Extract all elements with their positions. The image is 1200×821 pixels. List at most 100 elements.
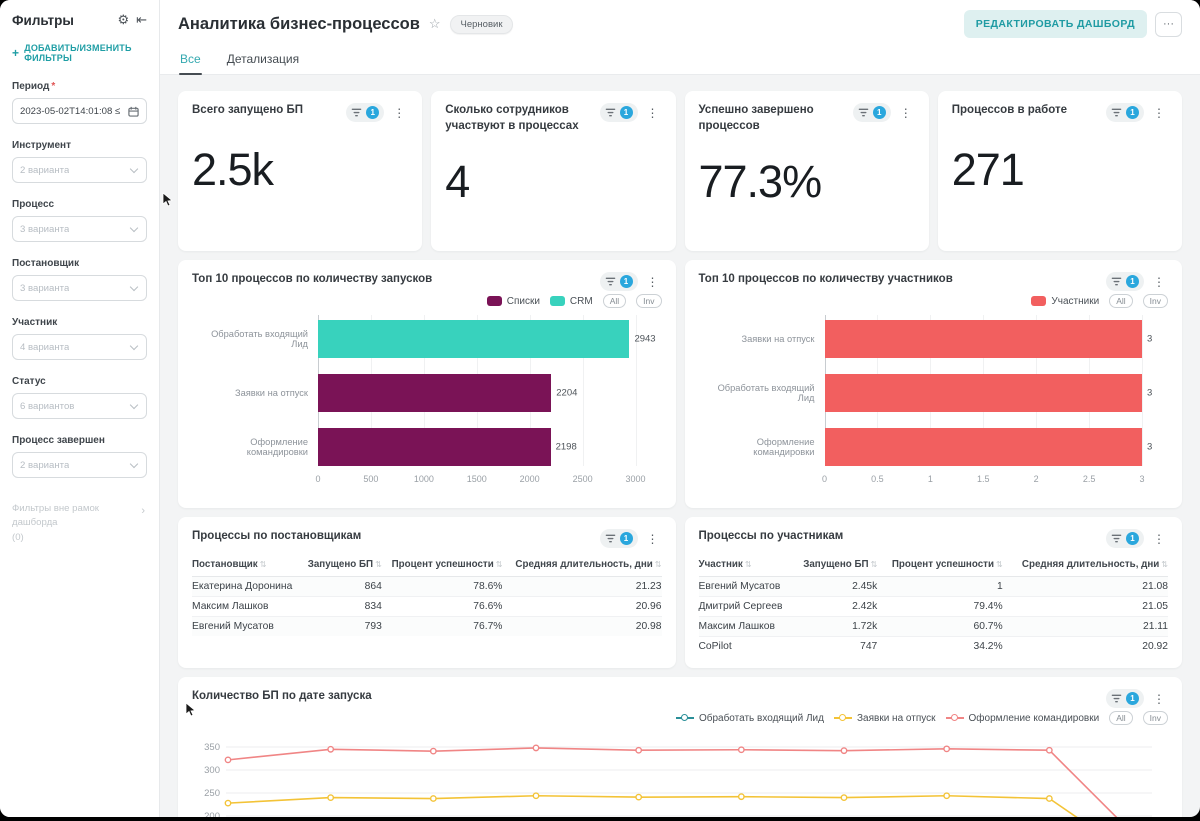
- column-header[interactable]: Участник⇅: [699, 554, 794, 577]
- table-cell: 20.98: [502, 617, 661, 637]
- table-row[interactable]: Екатерина Доронина86478.6%21.23: [192, 577, 662, 597]
- data-point[interactable]: [533, 745, 538, 750]
- card-menu-button[interactable]: ⋮: [644, 105, 662, 121]
- table-cell: 76.6%: [382, 597, 503, 617]
- legend-item[interactable]: Обработать входящий Лид: [676, 713, 824, 724]
- settings-gear-icon[interactable]: ⚙: [117, 12, 129, 28]
- card-filter-button[interactable]: 1: [1106, 689, 1144, 708]
- data-point[interactable]: [944, 793, 949, 798]
- tab-all[interactable]: Все: [179, 43, 202, 74]
- table-cell: 747: [793, 637, 877, 657]
- bar[interactable]: [825, 320, 1143, 358]
- toggle-inv-button[interactable]: Inv: [1143, 294, 1168, 308]
- data-point[interactable]: [328, 795, 333, 800]
- toggle-all-button[interactable]: All: [1109, 294, 1132, 308]
- tab-details[interactable]: Детализация: [226, 43, 300, 74]
- data-point[interactable]: [841, 748, 846, 753]
- toggle-inv-button[interactable]: Inv: [1143, 711, 1168, 725]
- column-header[interactable]: Запущено БП⇅: [301, 554, 382, 577]
- data-point[interactable]: [1047, 748, 1052, 753]
- bar[interactable]: [318, 374, 551, 412]
- card-controls: 1⋮: [1106, 689, 1168, 708]
- card-filter-button[interactable]: 1: [346, 103, 384, 122]
- data-point[interactable]: [636, 794, 641, 799]
- filter-select[interactable]: 3 варианта: [12, 216, 147, 242]
- table-row[interactable]: CoPilot74734.2%20.92: [699, 637, 1169, 657]
- chevron-down-icon: [130, 341, 138, 349]
- toggle-all-button[interactable]: All: [1109, 711, 1132, 725]
- period-date-input[interactable]: 2023-05-02T14:01:08 ≤ …: [12, 98, 147, 124]
- column-header[interactable]: Запущено БП⇅: [793, 554, 877, 577]
- card-filter-button[interactable]: 1: [1106, 272, 1144, 291]
- filter-select[interactable]: 6 вариантов: [12, 393, 147, 419]
- table-row[interactable]: Дмитрий Сергеев2.42k79.4%21.05: [699, 597, 1169, 617]
- data-point[interactable]: [328, 747, 333, 752]
- legend-item[interactable]: CRM: [550, 296, 593, 307]
- star-favorite-icon[interactable]: ☆: [429, 16, 441, 32]
- column-header[interactable]: Средняя длительность, дни⇅: [1003, 554, 1168, 577]
- card-filter-button[interactable]: 1: [853, 103, 891, 122]
- card-filter-button[interactable]: 1: [600, 272, 638, 291]
- card-menu-button[interactable]: ⋮: [1150, 105, 1168, 121]
- table-row[interactable]: Максим Лашков83476.6%20.96: [192, 597, 662, 617]
- filter-select[interactable]: 2 варианта: [12, 452, 147, 478]
- data-point[interactable]: [431, 748, 436, 753]
- filter-select[interactable]: 4 варианта: [12, 334, 147, 360]
- more-options-button[interactable]: ···: [1155, 12, 1182, 37]
- edit-dashboard-button[interactable]: РЕДАКТИРОВАТЬ ДАШБОРД: [964, 10, 1147, 38]
- filters-outside-dashboard-link[interactable]: Фильтры вне рамок дашборда › (0): [12, 502, 147, 545]
- bar-plot-wrap: Заявки на отпускОбработать входящий ЛидО…: [699, 320, 1169, 466]
- kpi-card-head: Сколько сотрудников участвуют в процесса…: [445, 103, 661, 134]
- add-edit-filters-link[interactable]: + ДОБАВИТЬ/ИЗМЕНИТЬ ФИЛЬТРЫ: [12, 43, 147, 63]
- legend-item[interactable]: Оформление командировки: [946, 713, 1100, 724]
- legend-item[interactable]: Списки: [487, 296, 540, 307]
- toggle-all-button[interactable]: All: [603, 294, 626, 308]
- card-title: Топ 10 процессов по количеству участнико…: [699, 272, 1101, 288]
- table-row[interactable]: Евгений Мусатов79376.7%20.98: [192, 617, 662, 637]
- data-point[interactable]: [841, 795, 846, 800]
- card-menu-button[interactable]: ⋮: [1150, 531, 1168, 547]
- toggle-inv-button[interactable]: Inv: [636, 294, 661, 308]
- card-menu-button[interactable]: ⋮: [644, 274, 662, 290]
- table-row[interactable]: Максим Лашков1.72k60.7%21.11: [699, 617, 1169, 637]
- bar[interactable]: [318, 320, 629, 358]
- card-menu-button[interactable]: ⋮: [390, 105, 408, 121]
- card-menu-button[interactable]: ⋮: [644, 531, 662, 547]
- data-point[interactable]: [636, 748, 641, 753]
- filter-funnel-icon: [351, 107, 362, 118]
- card-menu-button[interactable]: ⋮: [897, 105, 915, 121]
- column-header[interactable]: Постановщик⇅: [192, 554, 301, 577]
- data-point[interactable]: [739, 747, 744, 752]
- y-axis-tick: 200: [204, 811, 220, 817]
- card-filter-button[interactable]: 1: [1106, 529, 1144, 548]
- topbar: Аналитика бизнес-процессов ☆ Черновик РЕ…: [160, 0, 1200, 75]
- card-filter-button[interactable]: 1: [600, 103, 638, 122]
- bar[interactable]: [825, 374, 1143, 412]
- column-header[interactable]: Средняя длительность, дни⇅: [502, 554, 661, 577]
- data-point[interactable]: [944, 746, 949, 751]
- data-point[interactable]: [739, 794, 744, 799]
- legend-item[interactable]: Участники: [1031, 296, 1099, 307]
- column-header[interactable]: Процент успешности⇅: [877, 554, 1002, 577]
- bar[interactable]: [318, 428, 551, 466]
- card-menu-button[interactable]: ⋮: [1150, 274, 1168, 290]
- card-menu-button[interactable]: ⋮: [1150, 691, 1168, 707]
- line-series-1: [228, 796, 1152, 817]
- filter-select[interactable]: 3 варианта: [12, 275, 147, 301]
- sort-icon: ⇅: [1161, 560, 1168, 569]
- card-filter-button[interactable]: 1: [600, 529, 638, 548]
- collapse-sidebar-icon[interactable]: ⇤: [136, 12, 147, 28]
- bar[interactable]: [825, 428, 1143, 466]
- filter-field-label: Процесс завершен: [12, 435, 147, 446]
- sort-icon: ⇅: [996, 560, 1003, 569]
- data-point[interactable]: [225, 757, 230, 762]
- data-point[interactable]: [431, 796, 436, 801]
- data-point[interactable]: [533, 793, 538, 798]
- legend-item[interactable]: Заявки на отпуск: [834, 713, 936, 724]
- filter-select[interactable]: 2 варианта: [12, 157, 147, 183]
- card-filter-button[interactable]: 1: [1106, 103, 1144, 122]
- data-point[interactable]: [225, 800, 230, 805]
- column-header[interactable]: Процент успешности⇅: [382, 554, 503, 577]
- data-point[interactable]: [1047, 796, 1052, 801]
- table-row[interactable]: Евгений Мусатов2.45k121.08: [699, 577, 1169, 597]
